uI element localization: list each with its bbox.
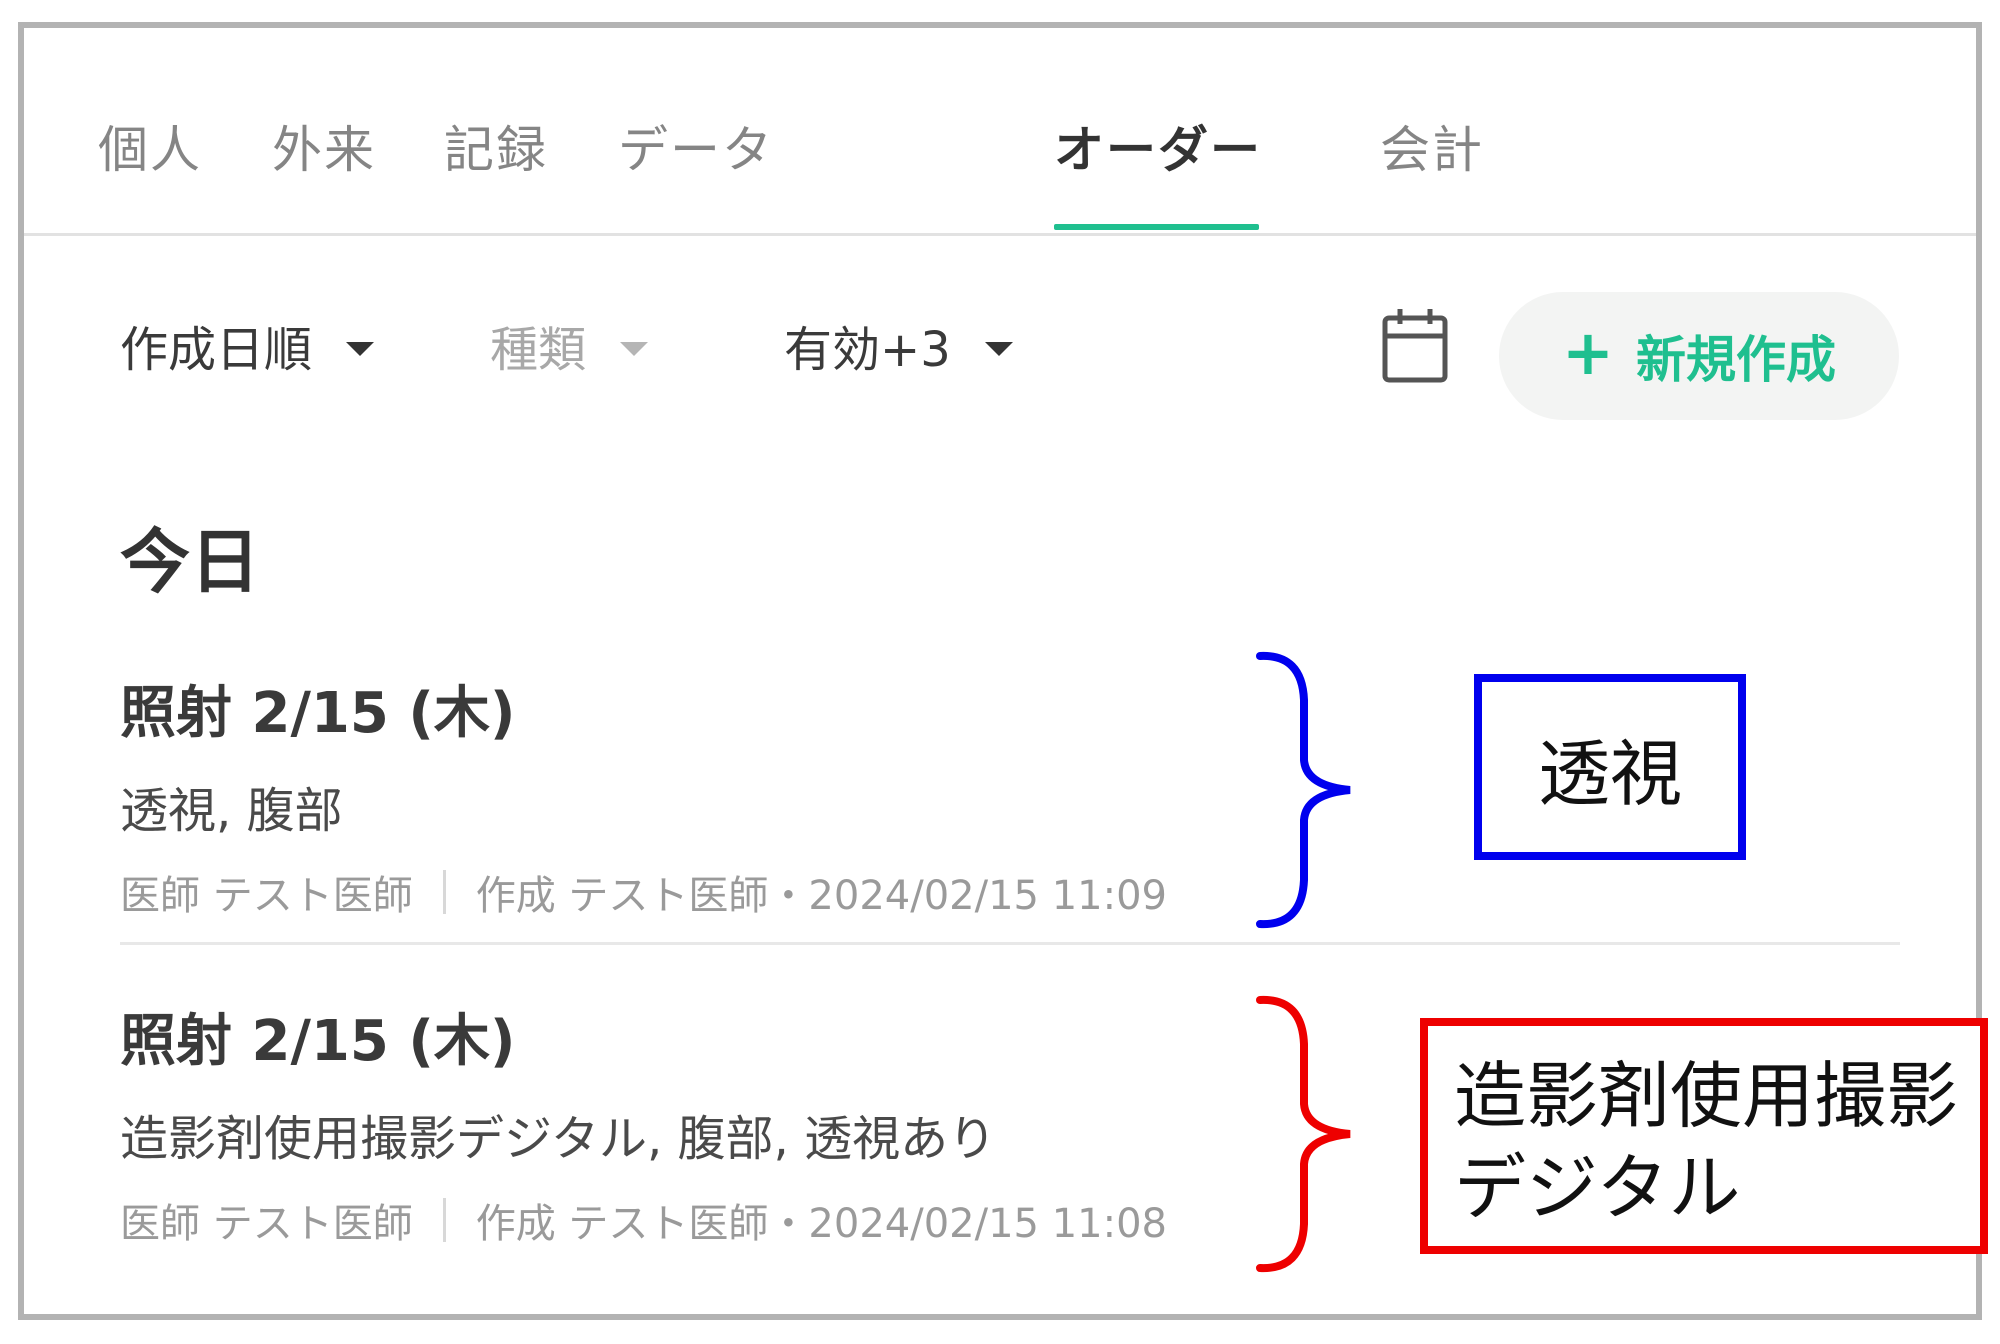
order-meta: 医師 テスト医師 作成 テスト医師・2024/02/15 11:09	[120, 863, 1900, 921]
tab-bar: 個人 外来 記録 データ オーダー 会計	[24, 28, 1976, 236]
tab-records[interactable]: 記録	[444, 110, 548, 182]
order-created: 作成 テスト医師・2024/02/15 11:08	[475, 1201, 1167, 1247]
tab-data[interactable]: データ	[618, 110, 774, 182]
caret-down-icon	[984, 342, 1013, 356]
tab-orders[interactable]: オーダー	[1054, 110, 1262, 182]
list-divider	[120, 942, 1900, 945]
plus-icon: +	[1562, 316, 1614, 389]
type-dropdown-label: 種類	[490, 322, 587, 378]
sort-dropdown[interactable]: 作成日順	[120, 310, 375, 380]
order-doctor: 医師 テスト医師	[120, 1201, 413, 1247]
status-dropdown-label: 有効+3	[784, 322, 951, 378]
sort-dropdown-label: 作成日順	[120, 322, 313, 378]
meta-separator	[442, 870, 446, 914]
tab-personal[interactable]: 個人	[98, 110, 202, 182]
type-dropdown[interactable]: 種類	[490, 310, 649, 380]
tab-outpatient[interactable]: 外来	[272, 110, 376, 182]
status-dropdown[interactable]: 有効+3	[784, 310, 1013, 380]
calendar-button[interactable]	[1380, 306, 1450, 386]
calendar-icon	[1382, 309, 1448, 383]
order-created: 作成 テスト医師・2024/02/15 11:09	[475, 873, 1167, 919]
meta-separator	[442, 1198, 446, 1242]
caret-down-icon	[620, 342, 649, 356]
new-order-button[interactable]: + 新規作成	[1499, 292, 1899, 420]
caret-down-icon	[346, 342, 375, 356]
new-order-button-label: 新規作成	[1635, 331, 1836, 389]
active-tab-indicator	[1054, 224, 1259, 230]
red-brace-annotation	[1256, 995, 1351, 1273]
annotation-text-line: デジタル	[1454, 1146, 1741, 1230]
tab-billing[interactable]: 会計	[1380, 110, 1484, 182]
blue-brace-annotation	[1256, 651, 1351, 929]
order-doctor: 医師 テスト医師	[120, 873, 413, 919]
annotation-text-line: 造影剤使用撮影	[1454, 1054, 1959, 1138]
section-title-today: 今日	[120, 521, 260, 603]
annotation-text: 透視	[1537, 731, 1682, 816]
annotation-box-blue: 透視	[1474, 674, 1746, 860]
annotation-box-red: 造影剤使用撮影 デジタル	[1420, 1018, 1988, 1254]
order-panel: 個人 外来 記録 データ オーダー 会計 作成日順 種類 有効+3 + 新規作成…	[18, 22, 1988, 1320]
